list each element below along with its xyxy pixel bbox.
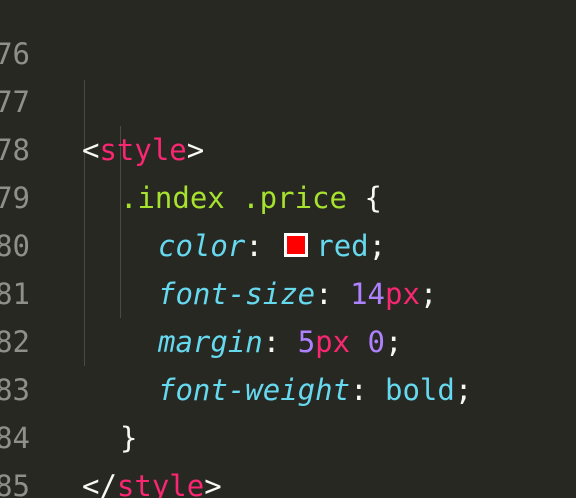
code-line-79[interactable]: 79 color: red;	[0, 126, 386, 263]
code-text: font-weight: bold;	[158, 366, 472, 414]
css-number: 14	[350, 277, 385, 311]
code-line-77[interactable]: 77 <style>	[0, 30, 204, 167]
code-line-78[interactable]: 78 .index .price {	[0, 78, 382, 215]
css-value: bold	[384, 373, 455, 407]
semicolon: ;	[454, 373, 473, 407]
css-property: color	[158, 229, 246, 263]
colon: :	[350, 373, 385, 407]
css-unit: px	[315, 325, 351, 359]
code-line-80[interactable]: 80 font-size: 14px;	[0, 174, 437, 311]
line-number: 85	[0, 469, 30, 498]
close-brace: }	[120, 421, 138, 455]
css-value: red	[316, 229, 369, 263]
css-number: 5	[297, 325, 316, 359]
tag-close-bracket: >	[186, 133, 205, 167]
indent-guide-outer	[84, 80, 85, 366]
css-property: margin	[158, 325, 263, 359]
code-text: color: red;	[158, 222, 386, 270]
css-unit: px	[384, 277, 420, 311]
open-brace: {	[346, 181, 382, 215]
colon: :	[315, 277, 351, 311]
tag-open-bracket: <	[82, 133, 100, 167]
code-text: margin: 5px 0;	[158, 318, 402, 366]
css-selector: .index .price	[120, 181, 347, 215]
colon: :	[245, 229, 281, 263]
tag-name: style	[99, 133, 187, 167]
semicolon: ;	[419, 277, 438, 311]
color-swatch-icon[interactable]	[284, 233, 309, 257]
semicolon: ;	[385, 325, 403, 359]
code-line-83[interactable]: 83 }	[0, 318, 137, 455]
css-number: 0	[367, 325, 386, 359]
code-text: </style>	[82, 462, 222, 498]
css-property: font-size	[158, 277, 316, 311]
code-line-85[interactable]: 85	[0, 414, 70, 498]
css-property: font-weight	[158, 373, 351, 407]
tag-close-bracket: >	[204, 469, 222, 498]
code-text: .index .price {	[120, 174, 382, 222]
code-line-82[interactable]: 82 font-weight: bold;	[0, 270, 472, 407]
code-text: font-size: 14px;	[158, 270, 437, 318]
tag-name: style	[116, 469, 205, 498]
code-line-76[interactable]: 76	[0, 0, 70, 71]
code-line-84[interactable]: 84 </style>	[0, 366, 222, 498]
code-text: <style>	[82, 126, 204, 174]
tag-open-bracket: </	[82, 469, 117, 498]
code-editor[interactable]: 76 77 <style> 78 .index .price { 79 colo…	[0, 0, 576, 498]
colon: :	[262, 325, 298, 359]
semicolon: ;	[368, 229, 387, 263]
code-text: }	[120, 414, 137, 462]
code-line-81[interactable]: 81 margin: 5px 0;	[0, 222, 402, 359]
